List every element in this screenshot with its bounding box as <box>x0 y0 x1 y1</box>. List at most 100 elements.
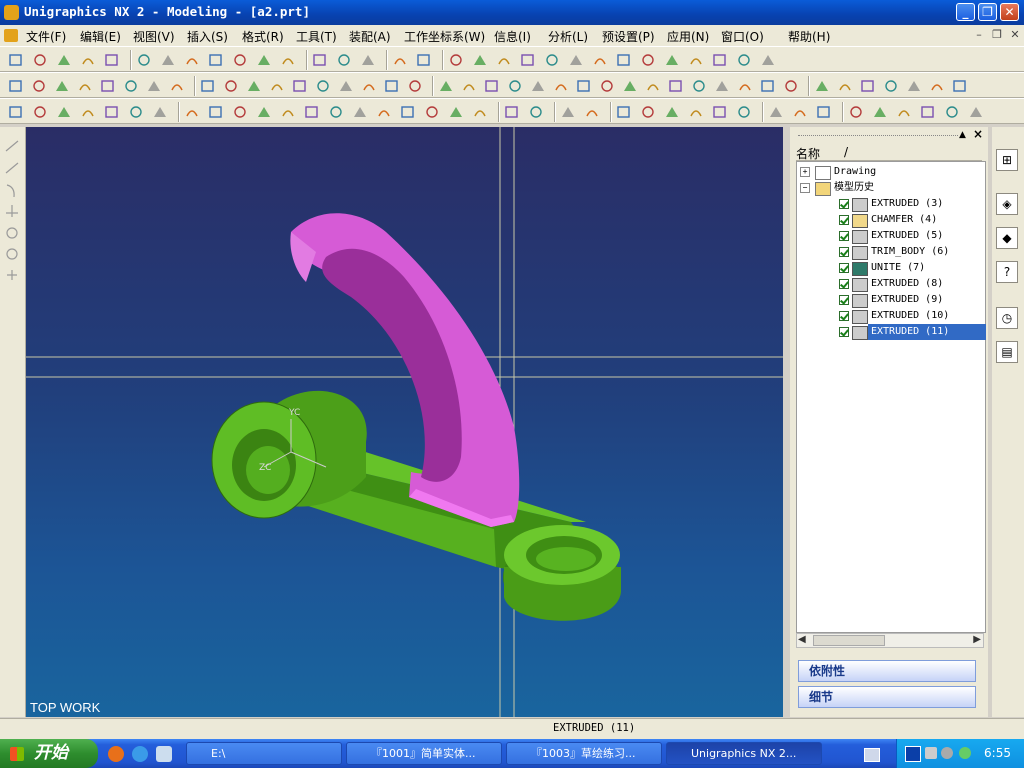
wcs-icon[interactable] <box>256 52 272 68</box>
menu-preferences[interactable]: 预设置(P) <box>602 28 655 45</box>
checkbox-icon[interactable] <box>839 199 849 209</box>
block-icon[interactable] <box>416 52 432 68</box>
transform-icon[interactable] <box>136 52 152 68</box>
start-button[interactable]: 开始 <box>0 739 98 768</box>
shape25-icon[interactable] <box>783 78 799 94</box>
feat10-icon[interactable] <box>232 104 248 120</box>
line-icon[interactable] <box>100 78 116 94</box>
mdi-minimize-button[interactable]: – <box>972 28 986 42</box>
shape28-icon[interactable] <box>860 78 876 94</box>
menu-view[interactable]: 视图(V) <box>133 28 175 45</box>
rect-icon[interactable] <box>146 78 162 94</box>
show-desktop-icon[interactable] <box>156 746 172 762</box>
orient-icon[interactable] <box>160 52 176 68</box>
expand-toggle-icon[interactable]: − <box>800 183 810 193</box>
shape5-icon[interactable] <box>315 78 331 94</box>
tree-node[interactable]: EXTRUDED (9) <box>797 292 983 308</box>
feat29-icon[interactable] <box>712 104 728 120</box>
tree-node[interactable]: EXTRUDED (3) <box>797 196 983 212</box>
curve-icon[interactable] <box>31 78 47 94</box>
menu-info[interactable]: 信息(I) <box>494 28 531 45</box>
feat7-icon[interactable] <box>152 104 168 120</box>
feat21-icon[interactable] <box>504 104 520 120</box>
feat9-icon[interactable] <box>208 104 224 120</box>
expand-toggle-icon[interactable]: + <box>800 167 810 177</box>
shape4-icon[interactable] <box>292 78 308 94</box>
feat18-icon[interactable] <box>424 104 440 120</box>
graphics-viewport[interactable]: YC ZC TOP WORK <box>26 127 783 717</box>
pin-icon[interactable]: ▲ <box>959 130 966 140</box>
menu-format[interactable]: 格式(R) <box>242 28 284 45</box>
gear-icon[interactable] <box>640 52 656 68</box>
shape12-icon[interactable] <box>484 78 500 94</box>
feat15-icon[interactable] <box>352 104 368 120</box>
feat16-icon[interactable] <box>376 104 392 120</box>
scroll-left-icon[interactable]: ◀ <box>798 634 806 645</box>
part-navigator-icon[interactable]: ◈ <box>996 193 1018 215</box>
task-unigraphics[interactable]: Unigraphics NX 2... <box>666 742 822 765</box>
feat11-icon[interactable] <box>256 104 272 120</box>
feat14-icon[interactable] <box>328 104 344 120</box>
tree-icon[interactable] <box>760 52 776 68</box>
checkbox-icon[interactable] <box>839 311 849 321</box>
tree-node[interactable]: CHAMFER (4) <box>797 212 983 228</box>
plus-icon[interactable] <box>77 78 93 94</box>
arc-icon[interactable] <box>123 78 139 94</box>
shape1-icon[interactable] <box>223 78 239 94</box>
shape29-icon[interactable] <box>883 78 899 94</box>
shape23-icon[interactable] <box>737 78 753 94</box>
tree-node[interactable]: + Drawing <box>797 164 983 180</box>
tree-horizontal-scrollbar[interactable]: ◀ ▶ <box>796 633 984 648</box>
feat6-icon[interactable] <box>128 104 144 120</box>
shape20-icon[interactable] <box>668 78 684 94</box>
shape10-icon[interactable] <box>438 78 454 94</box>
feat26-icon[interactable] <box>640 104 656 120</box>
shape26-icon[interactable] <box>814 78 830 94</box>
feat2-icon[interactable] <box>32 104 48 120</box>
volume-icon[interactable] <box>941 747 953 759</box>
shape17-icon[interactable] <box>599 78 615 94</box>
checkbox-icon[interactable] <box>839 231 849 241</box>
ring-boss[interactable] <box>503 525 621 621</box>
pad-icon[interactable] <box>520 52 536 68</box>
shape14-icon[interactable] <box>530 78 546 94</box>
snap-icon[interactable] <box>360 52 376 68</box>
close-button[interactable]: ✕ <box>1000 3 1019 21</box>
tree-node[interactable]: TRIM_BODY (6) <box>797 244 983 260</box>
feat19-icon[interactable] <box>448 104 464 120</box>
shape16-icon[interactable] <box>576 78 592 94</box>
feat37-icon[interactable] <box>920 104 936 120</box>
tree-node[interactable]: EXTRUDED (5) <box>797 228 983 244</box>
details-panel[interactable]: 细节 <box>798 686 976 708</box>
checkbox-icon[interactable] <box>839 247 849 257</box>
circle-icon[interactable] <box>169 78 185 94</box>
menu-insert[interactable]: 插入(S) <box>187 28 228 45</box>
shape27-icon[interactable] <box>837 78 853 94</box>
shape6-icon[interactable] <box>338 78 354 94</box>
clock-icon[interactable] <box>712 52 728 68</box>
shape24-icon[interactable] <box>760 78 776 94</box>
shape18-icon[interactable] <box>622 78 638 94</box>
shape8-icon[interactable] <box>384 78 400 94</box>
point-icon[interactable] <box>8 78 24 94</box>
tree-node[interactable]: UNITE (7) <box>797 260 983 276</box>
new-icon[interactable] <box>8 52 24 68</box>
menu-analysis[interactable]: 分析(L) <box>548 28 588 45</box>
minimize-button[interactable]: _ <box>956 3 975 21</box>
feat36-icon[interactable] <box>896 104 912 120</box>
cylinder-icon[interactable] <box>448 52 464 68</box>
shape7-icon[interactable] <box>361 78 377 94</box>
feat4-icon[interactable] <box>80 104 96 120</box>
tree-node[interactable]: EXTRUDED (10) <box>797 308 983 324</box>
shade-cube-icon[interactable] <box>184 52 200 68</box>
dependencies-panel[interactable]: 依附性 <box>798 660 976 682</box>
cone-icon[interactable] <box>472 52 488 68</box>
checkbox-icon[interactable] <box>839 263 849 273</box>
keyboard-icon[interactable] <box>864 748 880 762</box>
checkbox-icon[interactable] <box>839 327 849 337</box>
feat33-icon[interactable] <box>816 104 832 120</box>
web-browser-icon[interactable]: ▤ <box>996 341 1018 363</box>
feat17-icon[interactable] <box>400 104 416 120</box>
green-ball-icon[interactable] <box>664 52 680 68</box>
menu-edit[interactable]: 编辑(E) <box>80 28 121 45</box>
